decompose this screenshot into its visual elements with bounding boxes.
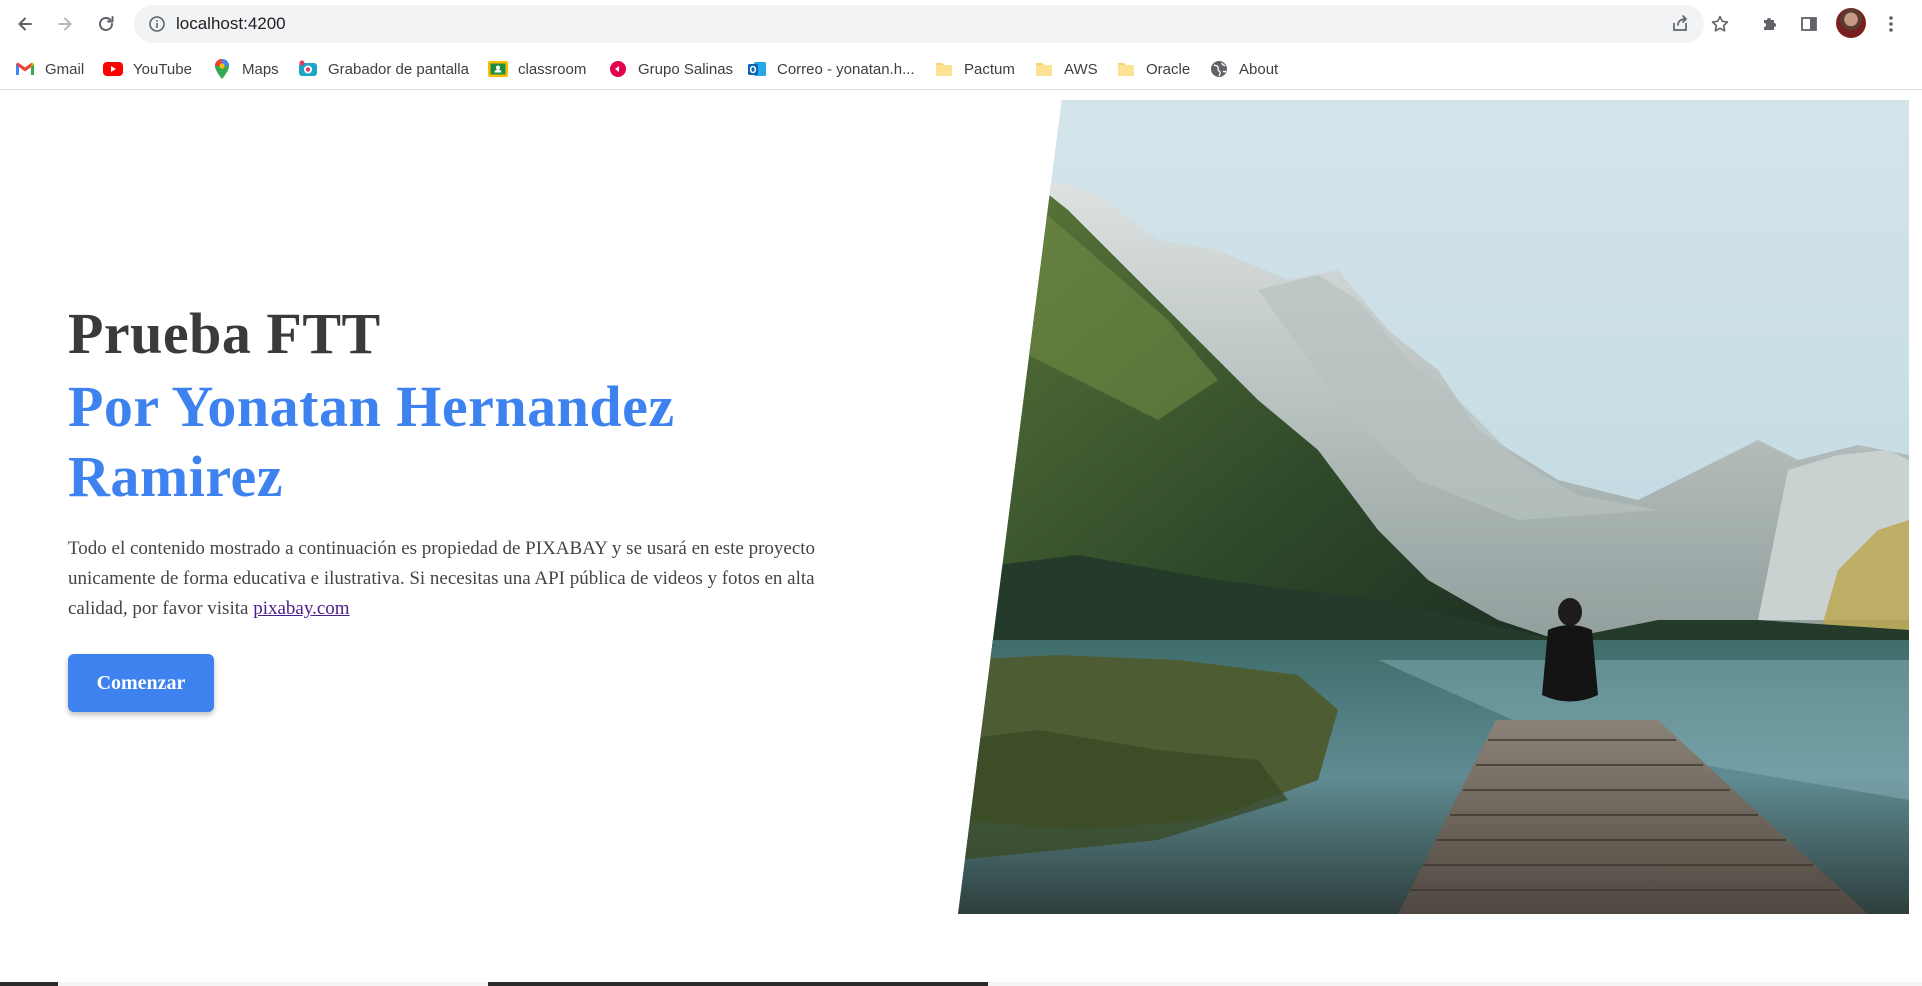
classroom-icon — [488, 59, 508, 79]
page-title: Prueba FTT — [68, 301, 381, 366]
hero-landscape-image — [958, 100, 1909, 914]
share-icon — [1673, 15, 1687, 31]
mountain-lake-illustration — [958, 100, 1909, 914]
description-text: Todo el contenido mostrado a continuació… — [68, 538, 816, 619]
bookmark-correo[interactable]: Correo - yonatan.h... — [747, 56, 915, 82]
folder-icon — [934, 59, 954, 79]
page-subtitle: Por Yonatan Hernandez Ramirez — [68, 374, 675, 509]
bookmark-label: Oracle — [1146, 60, 1191, 78]
extensions-button[interactable] — [1757, 11, 1783, 37]
bookmark-gmail[interactable]: Gmail — [15, 56, 84, 82]
share-button[interactable] — [1669, 13, 1691, 35]
bookmarks-bar: Gmail YouTube Maps Grabador de pantalla … — [0, 48, 1922, 90]
forward-button[interactable] — [49, 8, 81, 40]
forward-arrow-icon — [58, 17, 72, 31]
bookmark-aws[interactable]: AWS — [1034, 56, 1098, 82]
globe-icon — [1209, 59, 1229, 79]
star-icon — [1711, 15, 1729, 32]
address-bar[interactable]: localhost:4200 — [134, 5, 1704, 43]
bookmark-grupo-salinas[interactable]: Grupo Salinas — [608, 56, 733, 82]
start-button[interactable]: Comenzar — [68, 654, 214, 712]
back-arrow-icon — [18, 17, 32, 31]
kebab-menu-icon — [1889, 16, 1893, 32]
bookmark-label: YouTube — [133, 60, 192, 78]
grupo-salinas-icon — [608, 59, 628, 79]
bottom-strip — [0, 982, 1922, 986]
side-panel-icon — [1801, 17, 1817, 31]
bookmark-label: About — [1239, 60, 1279, 78]
hero-description: Todo el contenido mostrado a continuació… — [68, 534, 868, 624]
maps-icon — [212, 59, 232, 79]
bookmark-maps[interactable]: Maps — [212, 56, 279, 82]
bookmark-oracle[interactable]: Oracle — [1116, 56, 1190, 82]
gmail-icon — [15, 59, 35, 79]
outlook-icon — [747, 59, 767, 79]
folder-icon — [1034, 59, 1054, 79]
bookmark-label: AWS — [1064, 60, 1098, 78]
bookmark-label: Grabador de pantalla — [328, 60, 469, 78]
back-button[interactable] — [9, 8, 41, 40]
url-text[interactable]: localhost:4200 — [176, 14, 286, 34]
bookmark-label: Correo - yonatan.h... — [777, 60, 915, 78]
bookmark-label: classroom — [518, 60, 587, 78]
bookmark-classroom[interactable]: classroom — [488, 56, 586, 82]
bookmark-about[interactable]: About — [1209, 56, 1278, 82]
youtube-icon — [103, 59, 123, 79]
bookmark-pactum[interactable]: Pactum — [934, 56, 1015, 82]
puzzle-icon — [1764, 18, 1776, 30]
reload-icon — [99, 16, 114, 31]
screen-recorder-icon — [298, 59, 318, 79]
profile-avatar[interactable] — [1836, 8, 1866, 38]
pixabay-link[interactable]: pixabay.com — [253, 598, 349, 619]
bookmark-youtube[interactable]: YouTube — [103, 56, 192, 82]
bookmark-screen-recorder[interactable]: Grabador de pantalla — [298, 56, 469, 82]
reload-button[interactable] — [90, 8, 122, 40]
folder-icon — [1116, 59, 1136, 79]
site-info-icon[interactable] — [148, 15, 166, 33]
browser-toolbar: localhost:4200 — [0, 0, 1922, 48]
bookmark-star-button[interactable] — [1709, 13, 1731, 35]
bookmark-label: Gmail — [45, 60, 85, 78]
bookmark-label: Grupo Salinas — [638, 60, 734, 78]
side-panel-button[interactable] — [1796, 11, 1822, 37]
bookmark-label: Maps — [242, 60, 279, 78]
menu-button[interactable] — [1878, 11, 1904, 37]
bookmark-label: Pactum — [964, 60, 1015, 78]
